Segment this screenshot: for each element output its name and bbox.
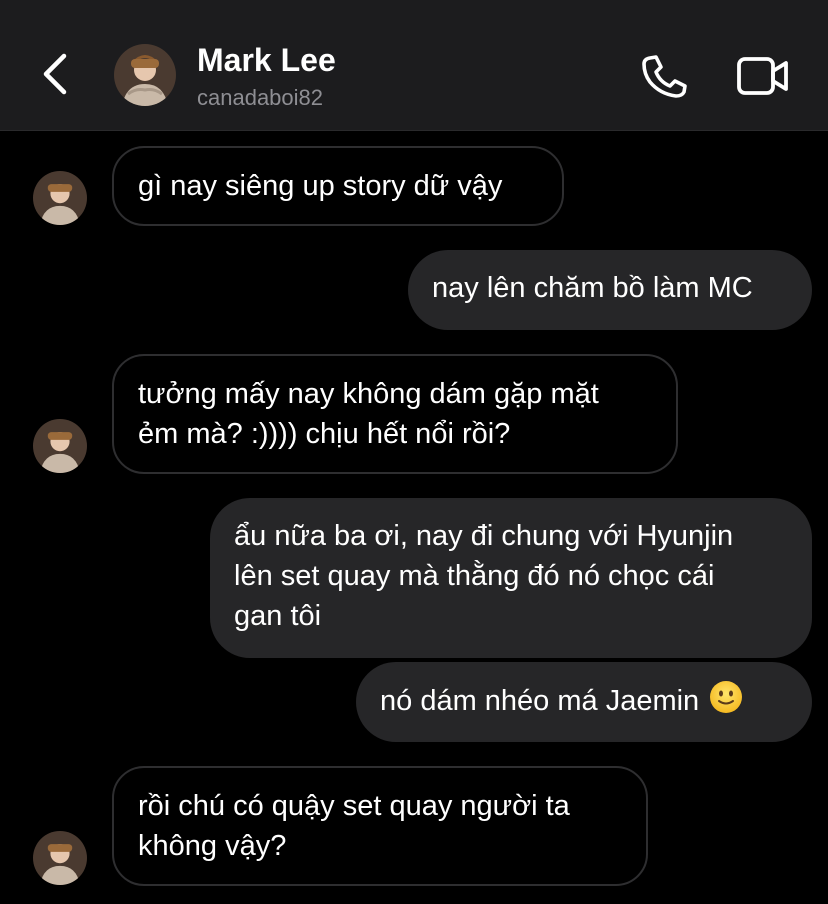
- video-camera-icon: [737, 57, 788, 95]
- header-avatar[interactable]: [114, 44, 176, 106]
- voice-call-button[interactable]: [640, 52, 690, 100]
- phone-icon: [642, 55, 687, 98]
- chevron-left-icon: [43, 53, 67, 95]
- message-text: nay lên chăm bồ làm MC: [432, 272, 753, 304]
- video-call-button[interactable]: [736, 55, 790, 97]
- message-text: nó dám nhéo má Jaemin: [380, 685, 700, 717]
- incoming-message[interactable]: rồi chú có quậy set quay người ta không …: [112, 766, 648, 886]
- outgoing-message[interactable]: ẩu nữa ba ơi, nay đi chung với Hyunjin l…: [210, 498, 812, 658]
- message-line: ẩu nữa ba ơi, nay đi chung với Hyunjin: [234, 520, 734, 552]
- outgoing-message[interactable]: nó dám nhéo má Jaemin: [356, 662, 812, 742]
- message-text: gì nay siêng up story dữ vậy: [138, 170, 503, 202]
- avatar-image: [33, 171, 87, 225]
- message-line: không vậy?: [138, 830, 287, 862]
- sender-avatar[interactable]: [33, 171, 87, 225]
- chat-header: Mark Lee canadaboi82: [0, 0, 828, 131]
- message-line: ẻm mà? :)))) chịu hết nổi rồi?: [138, 418, 511, 450]
- back-button[interactable]: [38, 52, 74, 96]
- avatar-image: [33, 831, 87, 885]
- contact-name[interactable]: Mark Lee: [197, 42, 336, 79]
- avatar-image: [33, 419, 87, 473]
- incoming-message[interactable]: gì nay siêng up story dữ vậy: [112, 146, 564, 226]
- incoming-message[interactable]: tưởng mấy nay không dám gặp mặt ẻm mà? :…: [112, 354, 678, 474]
- message-line: tưởng mấy nay không dám gặp mặt: [138, 378, 599, 410]
- sender-avatar[interactable]: [33, 831, 87, 885]
- sender-avatar[interactable]: [33, 419, 87, 473]
- outgoing-message[interactable]: nay lên chăm bồ làm MC: [408, 250, 812, 330]
- message-line: rồi chú có quậy set quay người ta: [138, 790, 570, 822]
- message-line: lên set quay mà thằng đó nó chọc cái: [234, 560, 715, 592]
- contact-handle: canadaboi82: [197, 85, 324, 110]
- message-line: gan tôi: [234, 600, 322, 632]
- avatar-image: [114, 44, 176, 106]
- slightly-smiling-face-icon: [710, 681, 743, 713]
